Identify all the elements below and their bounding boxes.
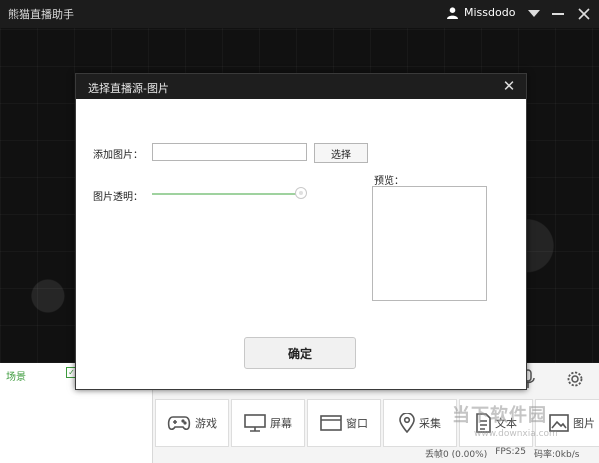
tool-capture-button[interactable]: 采集 [383,399,457,447]
status-dropped-frames: 丢帧0 (0.00%) [425,450,488,460]
select-image-source-dialog: 选择直播源-图片 ✕ 添加图片： 选择 图片透明： 预览： 确定 [75,73,527,390]
user-menu[interactable]: Missdodo [447,6,515,19]
status-fps: FPS:25 [495,447,527,457]
user-icon [447,6,458,19]
status-bitrate: 码率:0kb/s [534,450,580,460]
transparency-slider-thumb[interactable] [295,187,307,199]
status-bar: 丢帧0 (0.00%) FPS:25 码率:0kb/s [425,447,579,460]
location-pin-icon [399,413,415,433]
dialog-title: 选择直播源-图片 [88,82,169,95]
tool-label: 采集 [419,417,441,430]
confirm-button[interactable]: 确定 [244,337,356,369]
tool-screen-button[interactable]: 屏幕 [231,399,305,447]
tool-window-button[interactable]: 窗口 [307,399,381,447]
add-image-label: 添加图片： [93,150,143,161]
close-window-button[interactable] [574,4,594,24]
tool-label: 图片 [573,417,595,430]
tool-label: 窗口 [346,417,368,430]
tool-label: 游戏 [195,417,217,430]
minimize-button[interactable] [548,4,568,24]
dialog-title-bar: 选择直播源-图片 ✕ [76,74,526,99]
settings-gear-icon[interactable] [566,370,584,388]
title-bar: 熊猫直播助手 Missdodo [0,0,599,28]
watermark: 当下软件园 [452,405,547,426]
dialog-close-icon[interactable]: ✕ [500,77,518,95]
transparency-slider-track[interactable] [152,193,304,195]
choose-button[interactable]: 选择 [314,143,368,163]
image-preview-box [372,186,487,301]
transparency-label: 图片透明： [93,192,143,203]
preview-label: 预览： [374,176,404,187]
watermark-url: www.downxia.com [474,429,558,439]
image-path-input[interactable] [152,143,307,161]
scene-panel: 场景 [0,363,63,463]
dropdown-arrow-icon[interactable] [524,4,544,24]
window-icon [320,415,342,431]
monitor-icon [244,414,266,432]
tool-label: 屏幕 [270,417,292,430]
tool-game-button[interactable]: 游戏 [155,399,229,447]
username: Missdodo [464,6,516,19]
gamepad-icon [167,416,191,431]
app-title: 熊猫直播助手 [8,8,74,21]
scene-label: 场景 [6,372,26,383]
